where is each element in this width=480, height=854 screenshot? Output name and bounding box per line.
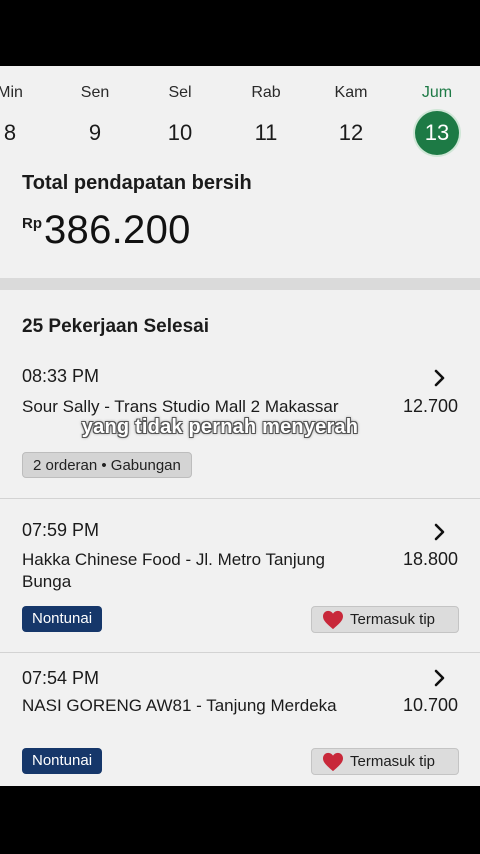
heart-icon	[323, 610, 343, 629]
day-min[interactable]: Min 8	[0, 82, 40, 155]
job-amount: 12.700	[402, 396, 458, 416]
day-jum-selected[interactable]: Jum 13	[407, 82, 467, 155]
job-amount: 18.800	[402, 549, 458, 569]
job-item[interactable]: 07:59 PM Hakka Chinese Food - Jl. Metro …	[0, 510, 480, 650]
day-name: Sen	[80, 84, 110, 101]
job-amount: 10.700	[402, 695, 458, 715]
tip-label: Termasuk tip	[350, 611, 436, 628]
job-time: 07:54 PM	[22, 668, 100, 688]
job-time: 08:33 PM	[22, 366, 100, 386]
tip-badge: Termasuk tip	[311, 606, 459, 633]
job-item[interactable]: 07:54 PM NASI GORENG AW81 - Tanjung Merd…	[0, 658, 480, 786]
day-name: Kam	[334, 84, 368, 101]
chevron-right-icon[interactable]	[430, 666, 450, 690]
video-caption: yang tidak pernah menyerah	[0, 416, 480, 439]
divider	[0, 652, 480, 653]
day-kam[interactable]: Kam 12	[321, 82, 381, 155]
jobs-heading: 25 Pekerjaan Selesai	[22, 316, 209, 337]
day-number: 9	[88, 120, 102, 145]
day-name: Jum	[421, 84, 453, 101]
earnings-label: Total pendapatan bersih	[22, 172, 252, 194]
app-screen: Min 8 Sen 9 Sel 10 Rab 11 Kam 12 Jum 13 …	[0, 66, 480, 786]
chevron-right-icon[interactable]	[430, 520, 450, 544]
divider	[0, 498, 480, 499]
job-time: 07:59 PM	[22, 520, 100, 540]
job-merchant: Hakka Chinese Food - Jl. Metro Tanjung B…	[22, 550, 326, 591]
earnings-summary: Total pendapatan bersih Rp 386.200	[22, 172, 252, 251]
order-tag: 2 orderan • Gabungan	[22, 452, 192, 478]
earnings-amount: 386.200	[44, 208, 191, 252]
day-number: 10	[167, 120, 193, 145]
tip-label: Termasuk tip	[350, 753, 436, 770]
chevron-right-icon[interactable]	[430, 366, 450, 390]
day-name: Sel	[168, 84, 192, 101]
earnings-value: Rp 386.200	[22, 209, 252, 251]
heart-icon	[323, 752, 343, 771]
job-merchant: NASI GORENG AW81 - Tanjung Merdeka	[22, 696, 337, 715]
caption-text: yang tidak pernah menyerah	[81, 416, 359, 438]
payment-badge: Nontunai	[22, 606, 103, 632]
day-number: 11	[254, 120, 278, 145]
day-number: 8	[3, 120, 17, 145]
section-divider	[0, 278, 480, 290]
currency-label: Rp	[22, 215, 42, 232]
day-number: 12	[338, 120, 364, 145]
date-selector: Min 8 Sen 9 Sel 10 Rab 11 Kam 12 Jum 13	[0, 66, 480, 158]
day-rab[interactable]: Rab 11	[236, 82, 296, 155]
day-number: 13	[415, 111, 459, 155]
day-name: Rab	[251, 84, 281, 101]
day-sel[interactable]: Sel 10	[150, 82, 210, 155]
payment-badge: Nontunai	[22, 748, 103, 774]
day-sen[interactable]: Sen 9	[65, 82, 125, 155]
tip-badge: Termasuk tip	[311, 748, 459, 775]
job-merchant: Sour Sally - Trans Studio Mall 2 Makassa…	[22, 397, 339, 416]
day-name: Min	[0, 84, 23, 101]
